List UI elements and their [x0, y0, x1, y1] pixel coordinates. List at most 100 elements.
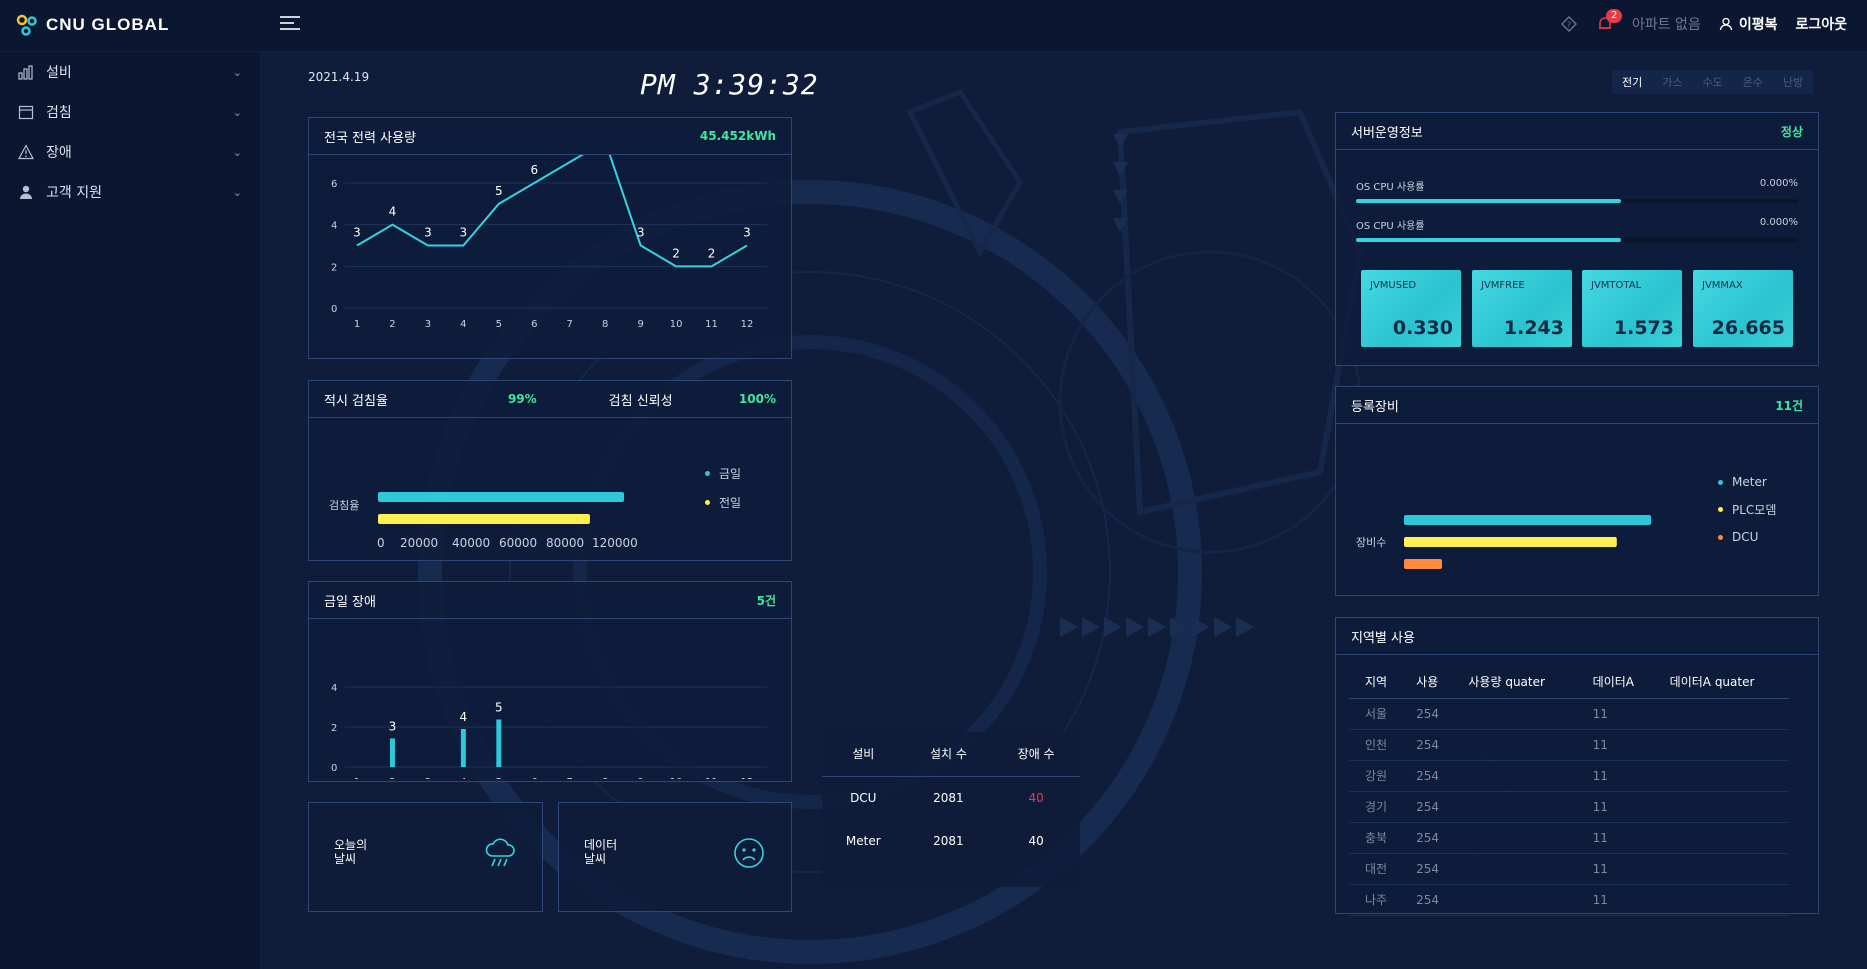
- power-line-chart: 0246343356783223123456789101112: [331, 121, 767, 330]
- meter-rate-value: 99%: [507, 392, 537, 406]
- data-label: 3: [424, 226, 432, 240]
- y-tick-label: 6: [331, 179, 337, 190]
- column-header: 장애 수: [992, 732, 1080, 777]
- weather-card-data[interactable]: 데이터 날씨: [558, 802, 792, 912]
- logo-text: CNU GLOBAL: [46, 15, 170, 34]
- column-header: 설치 수: [904, 732, 993, 777]
- user-menu[interactable]: 이평복: [1719, 14, 1777, 34]
- power-usage-panel: 전국 전력 사용량 45.452kWh 02463433567832231234…: [308, 117, 792, 359]
- apartment-select[interactable]: 아파트 없음: [1632, 14, 1701, 34]
- tab-electricity[interactable]: 전기: [1612, 70, 1652, 94]
- rain-cloud-icon: [485, 838, 515, 867]
- help-diamond-icon[interactable]: ?: [1560, 15, 1578, 33]
- table-cell: 11: [1576, 822, 1654, 854]
- panel-title: 지역별 사용: [1351, 630, 1415, 646]
- sidebar-item-metering[interactable]: 검침 ⌄: [0, 92, 260, 132]
- fault-panel: 금일 장애 5건 024345123456789101112: [308, 581, 792, 788]
- table-cell: 인천: [1349, 729, 1401, 761]
- x-tick-label: 7: [567, 777, 573, 779]
- data-label: 2: [708, 246, 716, 260]
- legend-label: 전일: [719, 496, 742, 510]
- table-cell: [1452, 853, 1577, 885]
- cpu-label: OS CPU 사용률: [1356, 221, 1425, 232]
- x-tick-label: 4: [460, 777, 466, 779]
- table-cell: 11: [1576, 884, 1654, 916]
- table-cell: 254: [1400, 698, 1453, 730]
- chevron-down-icon: ⌄: [232, 105, 242, 119]
- table-header-row: 설비 설치 수 장애 수: [822, 732, 1080, 777]
- table-row: DCU 2081 40: [822, 776, 1080, 819]
- logout-button[interactable]: 로그아웃: [1795, 14, 1847, 34]
- jvm-card-label: JVMUSED: [1370, 280, 1417, 291]
- table-cell: [1452, 791, 1577, 823]
- sidebar-item-label: 고객 지원: [46, 185, 102, 201]
- column-header: 사용: [1400, 666, 1453, 699]
- x-tick-label: 12: [741, 319, 754, 330]
- x-tick-label: 6: [531, 777, 537, 779]
- panel-header: 서버운영정보 정상: [1336, 113, 1818, 150]
- table-cell: 254: [1400, 884, 1453, 916]
- notification-badge: 2: [1605, 9, 1623, 23]
- x-tick-label: 10: [670, 319, 683, 330]
- x-tick-label: 8: [602, 777, 608, 779]
- registered-equipment-panel: 등록장비 11건 장비수020000400006000080000120000 …: [1335, 386, 1819, 608]
- table-cell: [1452, 698, 1577, 730]
- bar: [378, 492, 624, 502]
- cpu-progress-bar: [1356, 238, 1798, 242]
- legend-item: Meter: [1718, 475, 1776, 489]
- jvm-card-label: JVMMAX: [1702, 280, 1743, 291]
- legend-item: 전일: [705, 494, 741, 511]
- calendar-icon: [18, 105, 34, 120]
- table-row: 강원 254 11: [1349, 760, 1789, 792]
- notification-bell[interactable]: 2: [1596, 9, 1623, 33]
- x-tick-label: 2: [389, 777, 395, 779]
- panel-title: 금일 장애: [324, 594, 376, 610]
- cpu-value: 0.000%: [1759, 217, 1798, 228]
- equipment-summary-table: 설비 설치 수 장애 수 DCU 2081 40 Meter 2081 40: [822, 732, 1080, 887]
- tab-water[interactable]: 수도: [1693, 70, 1733, 94]
- data-label: 3: [389, 720, 397, 734]
- sidebar-item-facility[interactable]: 설비 ⌄: [0, 52, 260, 92]
- header-actions: ? 2 아파트 없음 이평복 로그아웃: [1560, 9, 1847, 34]
- tab-hot-water[interactable]: 온수: [1733, 70, 1773, 94]
- sad-face-icon: [734, 838, 764, 868]
- x-tick-label: 80000: [546, 536, 584, 550]
- registered-bar-chart: 장비수020000400006000080000120000: [1356, 515, 1666, 608]
- tab-gas[interactable]: 가스: [1652, 70, 1692, 94]
- bar-chart-icon: [18, 65, 33, 80]
- x-tick-label: 12: [741, 777, 754, 779]
- sidebar-item-support[interactable]: 고객 지원 ⌄: [0, 172, 260, 212]
- panel-title: 등록장비: [1351, 399, 1399, 415]
- table-cell: [1452, 884, 1577, 916]
- table-cell: 11: [1576, 760, 1654, 792]
- data-label: 5: [495, 184, 503, 198]
- server-info-panel: 서버운영정보 정상 OS CPU 사용률 0.000% OS CPU 사용률 0…: [1335, 112, 1819, 366]
- panel-header: 금일 장애 5건: [309, 582, 791, 619]
- table-cell: 254: [1400, 791, 1453, 823]
- table-row: 경기 254 11: [1349, 791, 1789, 823]
- x-tick-label: 40000: [452, 536, 490, 550]
- jvm-free-card: JVMFREE 1.243: [1472, 270, 1572, 347]
- table-cell: 11: [1576, 698, 1654, 730]
- server-status: 정상: [1780, 124, 1803, 139]
- sidebar-item-fault[interactable]: 장애 ⌄: [0, 132, 260, 172]
- legend-item: 금일: [705, 465, 741, 482]
- table-cell: 경기: [1349, 791, 1401, 823]
- menu-toggle-button[interactable]: [280, 16, 300, 32]
- jvm-total-card: JVMTOTAL 1.573: [1582, 270, 1682, 347]
- table-cell: [1452, 822, 1577, 854]
- app-logo[interactable]: CNU GLOBAL: [16, 14, 169, 36]
- x-tick-label: 3: [425, 319, 431, 330]
- data-label: 3: [460, 226, 468, 240]
- jvm-card-label: JVMTOTAL: [1591, 280, 1642, 291]
- column-header: 지역: [1349, 666, 1401, 699]
- data-label: 3: [637, 226, 645, 240]
- card-label: 데이터 날씨: [584, 838, 618, 866]
- legend-label: Meter: [1732, 475, 1767, 489]
- jvm-card-value: 26.665: [1711, 317, 1785, 339]
- weather-card-today[interactable]: 오늘의 날씨: [308, 802, 543, 912]
- table-row: 충북 254 11: [1349, 822, 1789, 854]
- tab-heating[interactable]: 난방: [1773, 70, 1813, 94]
- top-header: CNU GLOBAL ? 2 아파트 없음 이평복 로그아웃: [0, 0, 1867, 52]
- table-cell: 254: [1400, 822, 1453, 854]
